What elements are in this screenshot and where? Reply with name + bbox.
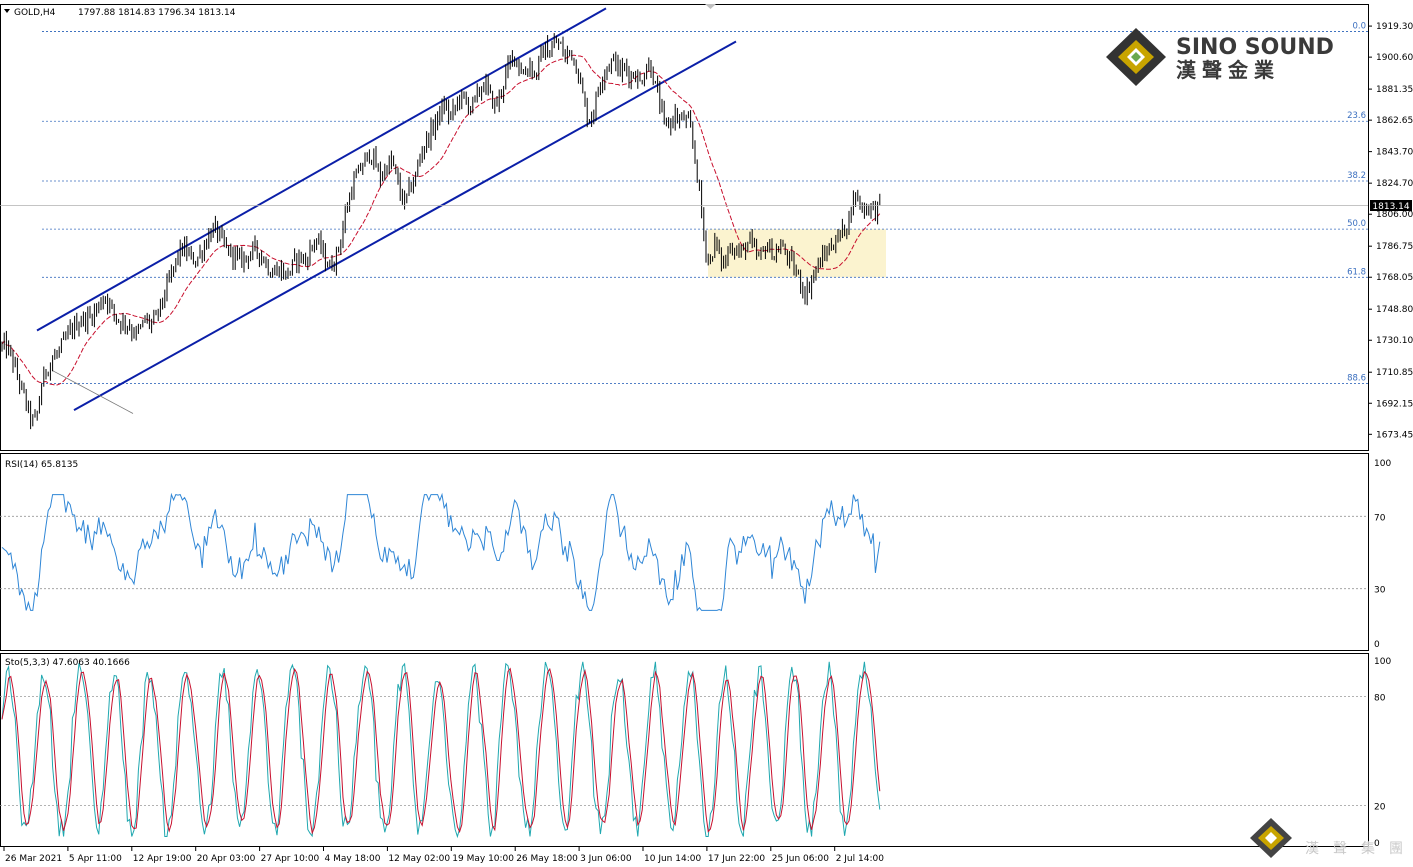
time-tick-label: 25 Jun 06:00 <box>772 854 829 864</box>
time-tick-label: 12 Apr 19:00 <box>133 854 192 864</box>
price-tick-label: 1786.75 <box>1376 242 1413 252</box>
rsi-level-label: 30 <box>1374 586 1386 596</box>
price-tick-label: 1748.80 <box>1376 305 1413 315</box>
ohlc-readout: 1797.88 1814.83 1796.34 1813.14 <box>78 8 236 18</box>
price-tick-label: 1900.60 <box>1376 53 1413 63</box>
fib-level-label: 38.2 <box>1347 171 1366 181</box>
price-tick-label: 1862.65 <box>1376 116 1413 126</box>
price-tick-label: 1692.15 <box>1376 399 1413 409</box>
price-tick-label: 1710.85 <box>1376 368 1413 378</box>
logo-brand-en: SINO SOUND <box>1176 35 1334 60</box>
time-tick-label: 27 Apr 10:00 <box>261 854 320 864</box>
rsi-level-label: 100 <box>1374 459 1391 469</box>
price-tick-label: 1673.45 <box>1376 430 1413 440</box>
sto-level-label: 20 <box>1374 803 1386 813</box>
sto-level-label: 80 <box>1374 693 1386 703</box>
fib-level-label: 88.6 <box>1347 374 1366 384</box>
fib-level-label: 23.6 <box>1347 111 1366 121</box>
sto-label: Sto(5,3,3) 47.6063 40.1666 <box>5 658 130 668</box>
current-price-value: 1813.14 <box>1372 202 1409 212</box>
time-tick-label: 4 May 18:00 <box>325 854 381 864</box>
time-tick-label: 17 Jun 22:00 <box>708 854 765 864</box>
time-tick-label: 26 Mar 2021 <box>5 854 62 864</box>
sto-level-label: 100 <box>1374 657 1391 667</box>
time-tick-label: 5 Apr 11:00 <box>69 854 122 864</box>
price-tick-label: 1881.35 <box>1376 85 1413 95</box>
fib-level-label: 50.0 <box>1347 219 1366 229</box>
price-tick-label: 1768.05 <box>1376 273 1413 283</box>
logo-brand-cn: 漢聲金業 <box>1176 58 1280 82</box>
chart-canvas: 0.023.638.250.061.888.6 1007030010080200… <box>0 0 1413 867</box>
time-tick-label: 26 May 18:00 <box>516 854 578 864</box>
price-tick-label: 1730.10 <box>1376 336 1413 346</box>
rsi-level-label: 70 <box>1374 513 1386 523</box>
rsi-label: RSI(14) 65.8135 <box>5 460 78 470</box>
fib-level-label: 61.8 <box>1347 267 1366 277</box>
price-tick-label: 1843.70 <box>1376 148 1413 158</box>
time-tick-label: 12 May 02:00 <box>388 854 450 864</box>
watermark-text: 漢聲集團 <box>1305 840 1413 857</box>
price-tick-label: 1824.70 <box>1376 179 1413 189</box>
time-tick-label: 20 Apr 03:00 <box>197 854 256 864</box>
price-tick-label: 1919.30 <box>1376 22 1413 32</box>
time-tick-label: 10 Jun 14:00 <box>644 854 701 864</box>
time-tick-label: 3 Jun 06:00 <box>580 854 632 864</box>
time-tick-label: 19 May 10:00 <box>452 854 514 864</box>
symbol-label: GOLD,H4 <box>14 8 56 18</box>
rsi-level-label: 0 <box>1374 640 1380 650</box>
fib-level-label: 0.0 <box>1352 22 1366 32</box>
time-tick-label: 2 Jul 14:00 <box>836 854 885 864</box>
